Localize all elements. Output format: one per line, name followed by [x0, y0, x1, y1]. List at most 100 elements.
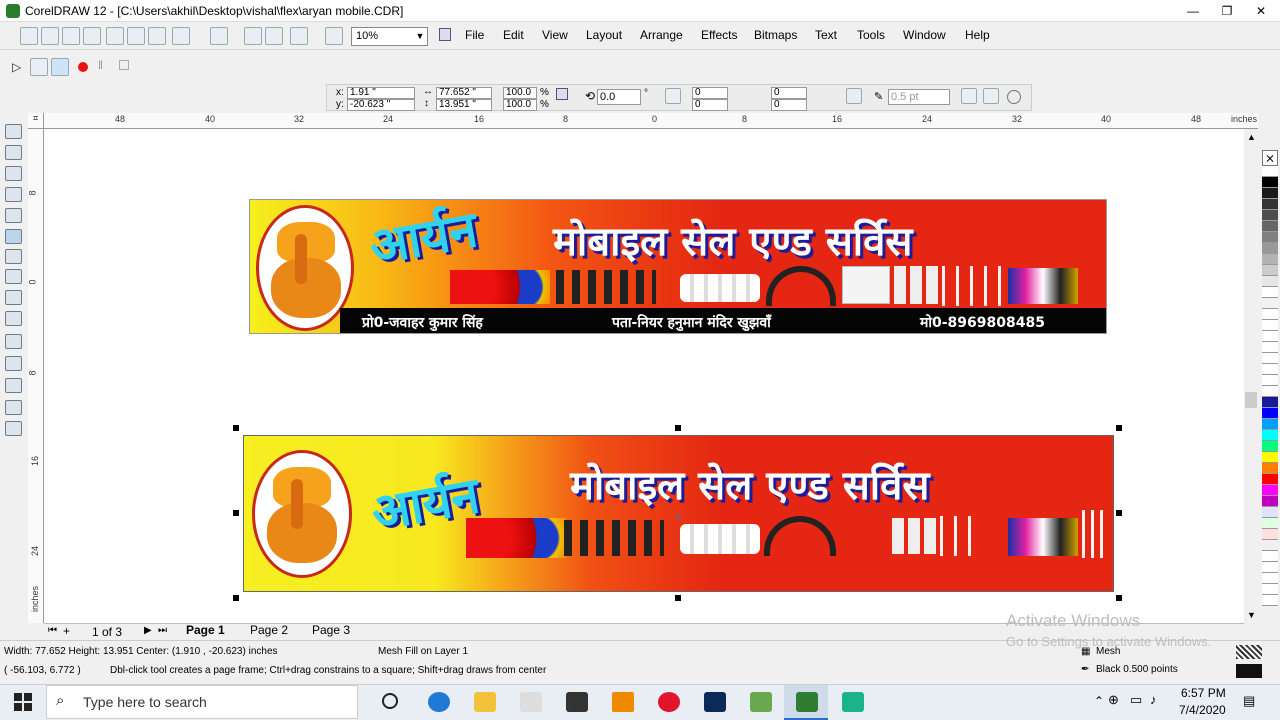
vertical-scrollbar[interactable]: [1244, 129, 1258, 623]
selection-handle[interactable]: [1116, 425, 1122, 431]
file-explorer-icon[interactable]: [474, 692, 496, 712]
eyedropper-tool-icon[interactable]: [5, 356, 22, 371]
color-swatch[interactable]: [1262, 496, 1278, 507]
record-script-icon[interactable]: [51, 58, 69, 76]
color-swatch[interactable]: [1262, 485, 1278, 496]
smart-fill-tool-icon[interactable]: [5, 208, 22, 223]
width-field[interactable]: 77.652 ": [436, 87, 492, 99]
notifications-icon[interactable]: ▤: [1243, 693, 1255, 709]
photoshop-icon[interactable]: [704, 692, 726, 712]
banner-design-1[interactable]: आर्यन मोबाइल सेल एण्ड सर्विस प्रो0-जवाहर…: [249, 199, 1107, 334]
pause-icon[interactable]: ‖: [98, 58, 103, 72]
restore-button[interactable]: ❐: [1210, 0, 1244, 22]
volume-icon[interactable]: ♪: [1150, 692, 1157, 707]
menu-view[interactable]: View: [542, 28, 568, 42]
menu-effects[interactable]: Effects: [701, 28, 737, 42]
color-swatch[interactable]: [1262, 199, 1278, 210]
menu-edit[interactable]: Edit: [503, 28, 524, 42]
import-icon[interactable]: [244, 27, 262, 45]
tab-page-2[interactable]: Page 2: [250, 623, 288, 637]
clock-date[interactable]: 7/4/2020: [1179, 703, 1226, 717]
color-swatch[interactable]: [1262, 353, 1278, 364]
color-swatch[interactable]: [1262, 342, 1278, 353]
opera-icon[interactable]: [658, 692, 680, 712]
color-swatch[interactable]: [1262, 254, 1278, 265]
camtasia-icon[interactable]: [842, 692, 864, 712]
mail-icon[interactable]: [566, 692, 588, 712]
corner-top-right-field[interactable]: 0: [771, 87, 807, 99]
color-swatch[interactable]: [1262, 210, 1278, 221]
selection-handle[interactable]: [233, 595, 239, 601]
fill-tool-icon[interactable]: [5, 400, 22, 415]
color-swatch[interactable]: [1262, 419, 1278, 430]
color-swatch[interactable]: [1262, 386, 1278, 397]
rotation-field[interactable]: 0.0: [597, 89, 641, 105]
color-swatch[interactable]: [1262, 221, 1278, 232]
minimize-button[interactable]: —: [1176, 0, 1210, 22]
windows-start-icon[interactable]: [14, 693, 32, 711]
color-swatch[interactable]: [1262, 276, 1278, 287]
color-swatch[interactable]: [1262, 573, 1278, 584]
close-button[interactable]: ✕: [1244, 0, 1278, 22]
edge-icon[interactable]: [428, 692, 450, 712]
outline-tool-icon[interactable]: [5, 378, 22, 393]
scroll-up-icon[interactable]: ▲: [1247, 132, 1256, 142]
menu-bitmaps[interactable]: Bitmaps: [754, 28, 797, 42]
interactive-blend-tool-icon[interactable]: [5, 334, 22, 349]
x-position-field[interactable]: 1.91 ": [347, 87, 415, 99]
color-swatch[interactable]: [1262, 518, 1278, 529]
basic-shapes-tool-icon[interactable]: [5, 290, 22, 305]
to-back-icon[interactable]: [983, 88, 999, 104]
selection-handle[interactable]: [675, 425, 681, 431]
color-swatch[interactable]: [1262, 309, 1278, 320]
print-icon[interactable]: [83, 27, 101, 45]
height-field[interactable]: 13.951 ": [436, 99, 492, 111]
zoom-tool-icon[interactable]: [5, 166, 22, 181]
mirror-icon[interactable]: [665, 88, 681, 104]
copy-icon[interactable]: [127, 27, 145, 45]
first-page-icon[interactable]: ⏮: [48, 625, 57, 636]
network-icon[interactable]: ⊕: [1108, 692, 1119, 708]
color-swatch[interactable]: [1262, 188, 1278, 199]
color-swatch[interactable]: [1262, 441, 1278, 452]
clock-time[interactable]: 6:57 PM: [1181, 686, 1226, 700]
menu-arrange[interactable]: Arrange: [640, 28, 683, 42]
color-swatch[interactable]: [1262, 595, 1278, 606]
scale-y-field[interactable]: 100.0: [503, 99, 537, 111]
color-swatch[interactable]: [1262, 298, 1278, 309]
outline-color-swatch[interactable]: [1236, 664, 1262, 678]
color-swatch[interactable]: [1262, 529, 1278, 540]
color-swatch[interactable]: [1262, 540, 1278, 551]
banner-design-2[interactable]: आर्यन मोबाइल सेल एण्ड सर्विस ×: [243, 435, 1114, 592]
color-swatch[interactable]: [1262, 177, 1278, 188]
color-swatch[interactable]: [1262, 507, 1278, 518]
wrap-text-icon[interactable]: [846, 88, 862, 104]
scroll-down-icon[interactable]: ▼: [1247, 610, 1256, 620]
to-front-icon[interactable]: [961, 88, 977, 104]
interactive-fill-tool-icon[interactable]: [5, 421, 22, 436]
color-swatch[interactable]: [1262, 265, 1278, 276]
color-swatch[interactable]: [1262, 452, 1278, 463]
task-view-icon[interactable]: [382, 693, 398, 709]
chevron-down-icon[interactable]: ▼: [413, 29, 427, 44]
color-swatch[interactable]: [1262, 166, 1278, 177]
photos-icon[interactable]: [750, 692, 772, 712]
menu-help[interactable]: Help: [965, 28, 990, 42]
color-swatch[interactable]: [1262, 364, 1278, 375]
menu-layout[interactable]: Layout: [586, 28, 622, 42]
open-icon[interactable]: [41, 27, 59, 45]
mesh-fill-swatch[interactable]: [1236, 645, 1262, 659]
color-swatch[interactable]: [1262, 584, 1278, 595]
corner-bottom-left-field[interactable]: 0: [692, 99, 728, 111]
application-launcher-icon[interactable]: [290, 27, 308, 45]
color-swatch[interactable]: [1262, 331, 1278, 342]
color-swatch[interactable]: [1262, 463, 1278, 474]
outline-width-field[interactable]: 0.5 pt: [888, 89, 950, 105]
horizontal-ruler[interactable]: [44, 113, 1258, 129]
selection-handle[interactable]: [1116, 510, 1122, 516]
redo-icon[interactable]: [210, 27, 228, 45]
people-icon[interactable]: ⌃: [1094, 694, 1104, 708]
menu-file[interactable]: File: [465, 28, 484, 42]
ellipse-tool-icon[interactable]: [5, 249, 22, 264]
selection-handle[interactable]: [233, 510, 239, 516]
